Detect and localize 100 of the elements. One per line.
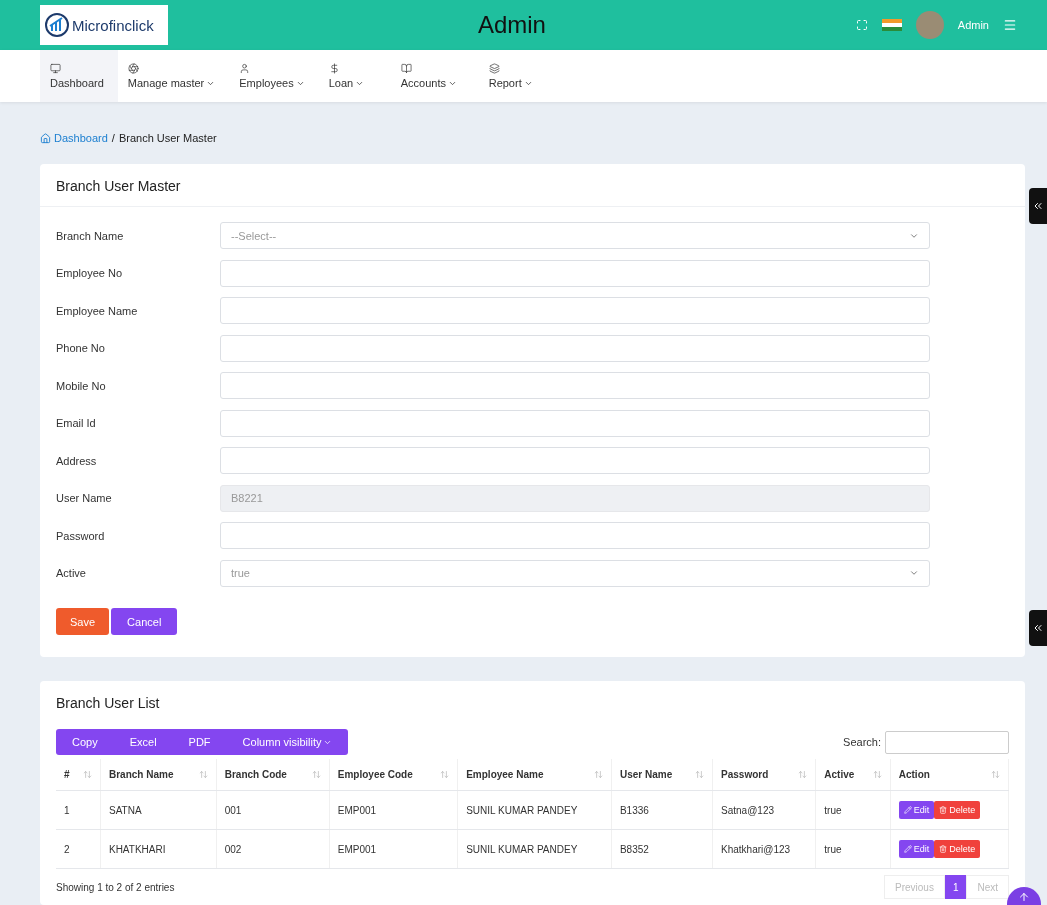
sort-icon: [198, 770, 208, 779]
search-label: Search:: [843, 736, 881, 748]
fullscreen-icon[interactable]: [855, 19, 868, 31]
table-cell: B8352: [611, 829, 713, 869]
delete-button[interactable]: Delete: [934, 840, 981, 858]
nav-label: Manage master: [127, 77, 216, 89]
table-cell: true: [815, 829, 891, 869]
collapse-tab[interactable]: [1029, 188, 1047, 224]
table-cell: SUNIL KUMAR PANDEY: [457, 790, 612, 830]
trash-icon: [939, 845, 948, 853]
nav-tab[interactable]: Dashboard: [40, 50, 118, 102]
export-button[interactable]: Copy: [56, 729, 114, 755]
breadcrumb-link[interactable]: Dashboard: [40, 132, 108, 144]
field-label: User Name: [56, 492, 113, 505]
column-header[interactable]: Active: [815, 759, 891, 791]
field-label: Branch Name: [56, 229, 125, 242]
sort-icon: [82, 770, 92, 779]
nav-label: Accounts: [400, 77, 465, 89]
collapse-tab[interactable]: [1029, 610, 1047, 646]
table-info: Showing 1 to 2 of 2 entries: [56, 881, 175, 893]
chevrons-icon: [1032, 200, 1044, 212]
column-header[interactable]: Password: [712, 759, 816, 791]
field-label: Address: [56, 454, 98, 467]
nav-icon: [239, 63, 251, 74]
logo-icon: [44, 12, 70, 38]
nav-label: Report: [488, 77, 535, 89]
column-header[interactable]: Employee Code: [329, 759, 458, 791]
input-field[interactable]: [220, 297, 930, 325]
table-cell: Satna@123: [712, 790, 816, 830]
input-field[interactable]: [220, 334, 930, 362]
arrow-up-icon: [1018, 891, 1030, 903]
field-label: Employee Name: [56, 304, 139, 317]
nav-label: Employees: [239, 77, 305, 89]
field-label: Mobile No: [56, 379, 107, 392]
nav-icon: [400, 63, 412, 74]
column-header[interactable]: Action: [890, 759, 1009, 791]
search-field[interactable]: [885, 730, 1009, 754]
nav-icon: [127, 63, 139, 74]
field-label: Email Id: [56, 417, 97, 430]
table-cell: 2: [56, 829, 101, 869]
input-field[interactable]: [220, 522, 930, 550]
edit-button[interactable]: Edit: [898, 840, 935, 858]
chevrons-icon: [1032, 622, 1044, 634]
table-cell: 1: [56, 790, 101, 830]
table-cell: B1336: [611, 790, 713, 830]
input-field[interactable]: [220, 372, 930, 400]
input-field[interactable]: [220, 409, 930, 437]
pencil-icon: [903, 806, 912, 814]
cancel-button[interactable]: Cancel: [111, 608, 178, 635]
export-button[interactable]: Column visibility: [226, 729, 349, 755]
export-button[interactable]: Excel: [113, 729, 173, 755]
select-field[interactable]: --Select--: [220, 222, 930, 250]
sort-icon: [695, 770, 705, 779]
field-label: Phone No: [56, 342, 106, 355]
field-label: Active: [56, 567, 87, 580]
nav-tab[interactable]: Report: [478, 50, 549, 102]
nav-tab[interactable]: Manage master: [117, 50, 230, 102]
column-header[interactable]: #: [56, 759, 101, 791]
table-cell: SUNIL KUMAR PANDEY: [457, 829, 612, 869]
nav-icon: [50, 63, 61, 74]
table-cell: 002: [216, 829, 330, 869]
save-button[interactable]: Save: [56, 608, 110, 635]
delete-button[interactable]: Delete: [934, 801, 981, 819]
breadcrumb-separator: /: [111, 132, 115, 144]
edit-button[interactable]: Edit: [898, 801, 935, 819]
input-field[interactable]: [220, 259, 930, 287]
field-label: Employee No: [56, 267, 124, 280]
sort-icon: [991, 770, 1000, 779]
nav-tab[interactable]: Loan: [318, 50, 391, 102]
table-cell: KHATKHARI: [100, 829, 217, 869]
sort-icon: [311, 770, 321, 779]
column-header[interactable]: Branch Name: [100, 759, 217, 791]
table-cell: SATNA: [100, 790, 217, 830]
export-button[interactable]: PDF: [172, 729, 227, 755]
sort-icon: [440, 770, 450, 779]
nav-label: Loan: [328, 77, 377, 89]
nav-tab[interactable]: Accounts: [390, 50, 479, 102]
flag-icon[interactable]: [881, 19, 902, 31]
nav-label: Dashboard: [50, 77, 104, 89]
pencil-icon: [903, 845, 912, 853]
table-cell: 001: [216, 790, 330, 830]
table-cell: EMP001: [329, 790, 458, 830]
menu-icon[interactable]: [1003, 18, 1017, 32]
column-header[interactable]: User Name: [611, 759, 713, 791]
sort-icon: [872, 770, 882, 779]
home-icon: [40, 132, 51, 144]
page-button[interactable]: 1: [944, 875, 967, 899]
avatar[interactable]: [915, 11, 944, 39]
table-cell: true: [815, 790, 891, 830]
page-title: Admin: [476, 11, 547, 39]
select-field[interactable]: true: [220, 559, 930, 587]
nav-icon: [488, 63, 500, 74]
column-header[interactable]: Branch Code: [216, 759, 330, 791]
nav-icon: [328, 63, 340, 74]
input-field[interactable]: [220, 447, 930, 475]
column-header[interactable]: Employee Name: [457, 759, 612, 791]
nav-tab[interactable]: Employees: [229, 50, 319, 102]
field-label: Password: [56, 529, 106, 542]
table-cell: Khatkhari@123: [712, 829, 816, 869]
sort-icon: [593, 770, 603, 779]
